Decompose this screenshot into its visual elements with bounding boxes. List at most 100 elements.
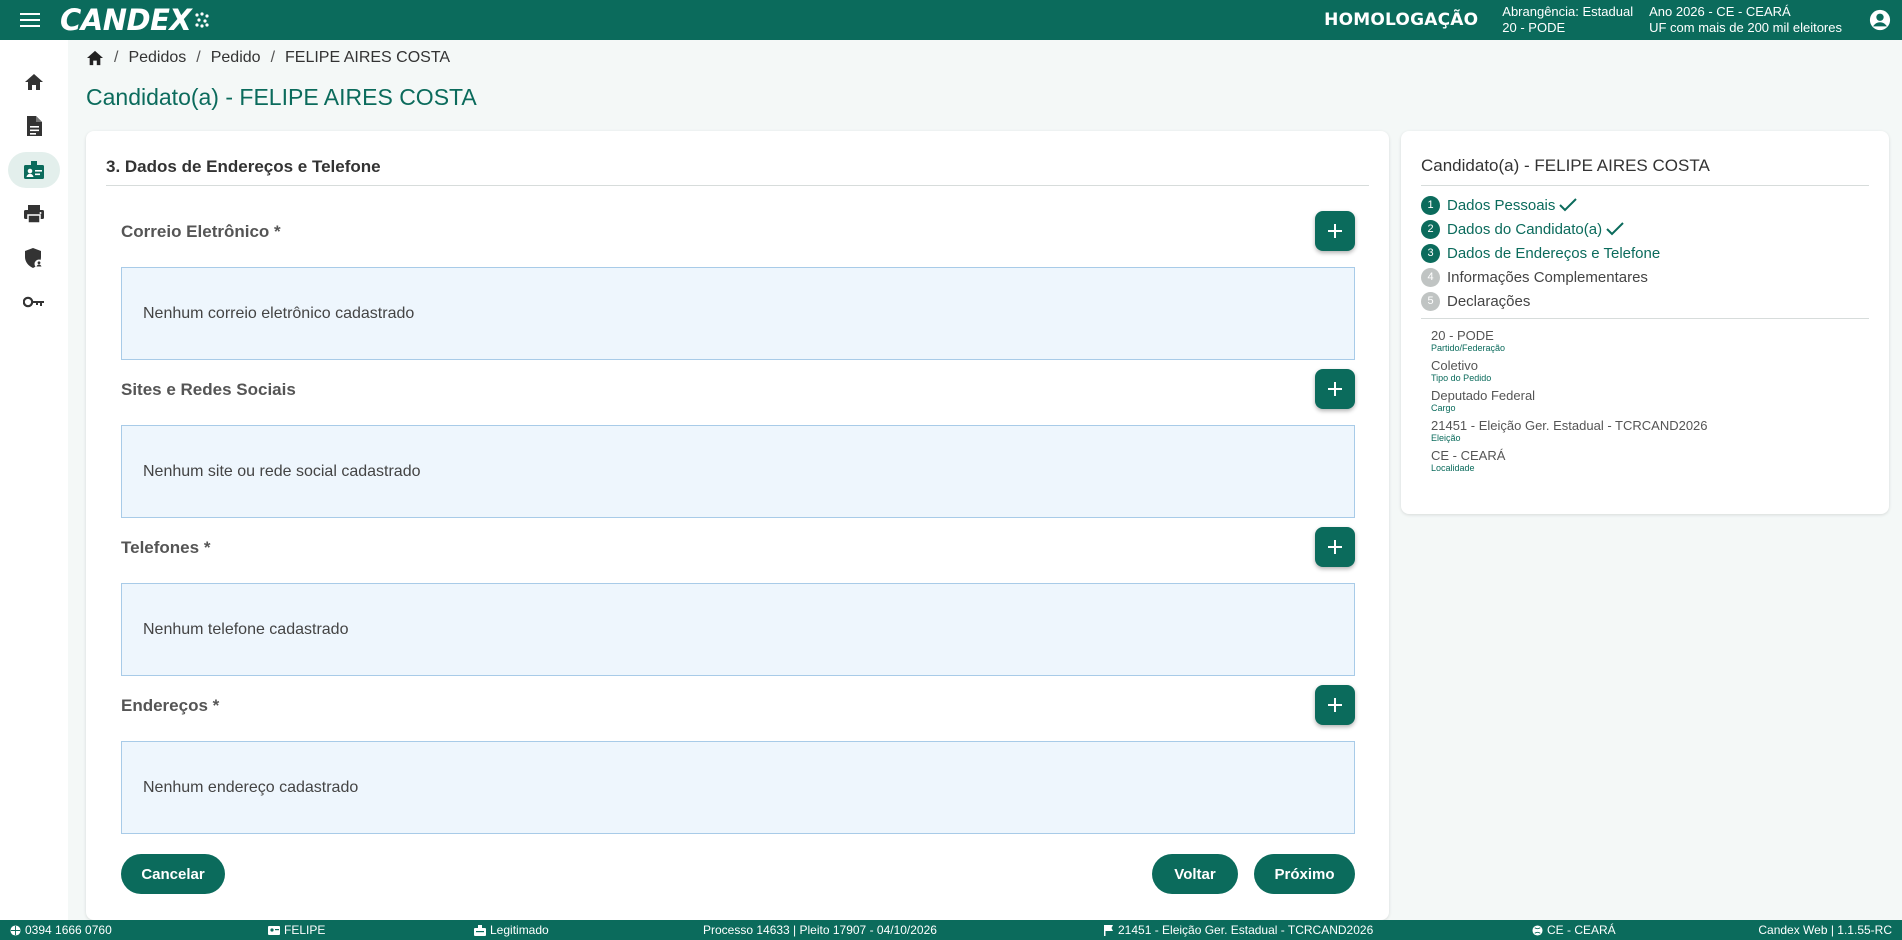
top-app-bar: CANDEX HOMOLOGAÇÃO Abrangência: Estadual… — [0, 0, 1902, 40]
scope-line-2: 20 - PODE — [1502, 20, 1566, 35]
step-declaracoes[interactable]: 5 Declarações — [1421, 289, 1869, 313]
footer-election: 21451 - Eleição Ger. Estadual - TCRCAND2… — [1104, 923, 1373, 937]
breadcrumb-pedido[interactable]: Pedido — [211, 49, 261, 67]
detail-request-type: Coletivo Tipo do Pedido — [1431, 358, 1708, 384]
plus-icon — [1328, 382, 1342, 396]
badge-icon — [474, 924, 486, 936]
email-label: Correio Eletrônico * — [121, 222, 281, 241]
summary-card: Candidato(a) - FELIPE AIRES COSTA 1 Dado… — [1401, 131, 1889, 514]
step-label: Dados do Candidato(a) — [1447, 220, 1603, 238]
step-number: 4 — [1421, 267, 1440, 287]
year-line-2: UF com mais de 200 mil eleitores — [1649, 20, 1842, 35]
sidebar-item-key[interactable] — [8, 284, 60, 320]
app-logo[interactable]: CANDEX — [60, 3, 209, 37]
sidebar-item-print[interactable] — [8, 196, 60, 232]
step-label: Declarações — [1447, 292, 1531, 310]
sidebar-item-documents[interactable] — [8, 108, 60, 144]
step-number: 1 — [1421, 195, 1440, 215]
plus-icon — [1328, 540, 1342, 554]
addresses-empty-state: Nenhum endereço cadastrado — [121, 741, 1355, 834]
step-number: 2 — [1421, 219, 1440, 239]
status-bar: 0394 1666 0760 FELIPE Legitimado Process… — [0, 920, 1902, 940]
step-label: Dados Pessoais — [1447, 196, 1556, 214]
plus-icon — [1328, 698, 1342, 712]
globe-icon — [10, 924, 21, 936]
detail-caption: Localidade — [1431, 463, 1475, 473]
sidebar-item-security[interactable] — [8, 240, 60, 276]
document-icon — [27, 116, 42, 136]
sidebar-item-candidate[interactable] — [8, 152, 60, 188]
page-title: Candidato(a) - FELIPE AIRES COSTA — [86, 84, 477, 110]
footer-user: FELIPE — [268, 923, 325, 937]
next-button[interactable]: Próximo — [1254, 854, 1355, 894]
request-details: 20 - PODE Partido/Federação Coletivo Tip… — [1431, 329, 1708, 479]
candidate-badge-icon — [24, 161, 44, 179]
breadcrumb: / Pedidos / Pedido / FELIPE AIRES COSTA — [86, 49, 450, 67]
breadcrumb-separator: / — [114, 49, 119, 66]
add-email-button[interactable] — [1315, 211, 1355, 251]
detail-value: CE - CEARÁ — [1431, 448, 1506, 463]
sidebar-item-home[interactable] — [8, 64, 60, 100]
detail-caption: Partido/Federação — [1431, 343, 1506, 353]
user-menu-button[interactable] — [1858, 9, 1902, 31]
year-line-1: Ano 2026 - CE - CEARÁ — [1649, 4, 1791, 19]
breadcrumb-separator: / — [270, 49, 276, 66]
shield-user-icon — [25, 248, 44, 269]
step-informacoes-complementares[interactable]: 4 Informações Complementares — [1421, 265, 1869, 289]
detail-caption: Eleição — [1431, 433, 1461, 443]
home-icon — [25, 74, 43, 90]
email-empty-state: Nenhum correio eletrônico cadastrado — [121, 267, 1355, 360]
menu-icon — [20, 13, 40, 27]
logo-dots-icon — [195, 12, 209, 28]
back-button[interactable]: Voltar — [1152, 854, 1238, 894]
breadcrumb-pedidos[interactable]: Pedidos — [128, 49, 186, 67]
globe-icon — [1532, 924, 1543, 936]
detail-caption: Tipo do Pedido — [1431, 373, 1492, 383]
section-title: 3. Dados de Endereços e Telefone — [106, 157, 381, 176]
logo-text: CANDEX — [60, 3, 192, 37]
footer-locale: CE - CEARÁ — [1532, 923, 1616, 937]
breadcrumb-current: FELIPE AIRES COSTA — [285, 49, 451, 66]
footer-process-text: Processo 14633 | Pleito 17907 - 04/10/20… — [703, 923, 937, 937]
step-enderecos-telefone[interactable]: 3 Dados de Endereços e Telefone — [1421, 241, 1869, 265]
section-divider — [106, 185, 1369, 186]
phones-empty-state: Nenhum telefone cadastrado — [121, 583, 1355, 676]
check-icon — [1606, 222, 1624, 236]
detail-locality: CE - CEARÁ Localidade — [1431, 448, 1708, 474]
footer-phone-text: 0394 1666 0760 — [25, 923, 112, 937]
check-icon — [1559, 198, 1578, 212]
detail-value: Coletivo — [1431, 358, 1478, 373]
sites-label: Sites e Redes Sociais — [121, 380, 296, 399]
step-dados-candidato[interactable]: 2 Dados do Candidato(a) — [1421, 217, 1869, 241]
footer-process: Processo 14633 | Pleito 17907 - 04/10/20… — [703, 923, 937, 937]
summary-title: Candidato(a) - FELIPE AIRES COSTA — [1421, 156, 1710, 175]
detail-value: Deputado Federal — [1431, 388, 1536, 403]
add-address-button[interactable] — [1315, 685, 1355, 725]
cancel-button[interactable]: Cancelar — [121, 854, 225, 894]
step-dados-pessoais[interactable]: 1 Dados Pessoais — [1421, 193, 1869, 217]
scope-info: Abrangência: Estadual 20 - PODE — [1502, 4, 1633, 36]
add-phone-button[interactable] — [1315, 527, 1355, 567]
stepper: 1 Dados Pessoais 2 Dados do Candidato(a)… — [1421, 193, 1869, 313]
home-icon[interactable] — [86, 50, 104, 66]
account-circle-icon — [1869, 9, 1891, 31]
footer-phone: 0394 1666 0760 — [10, 923, 112, 937]
breadcrumb-separator: / — [196, 49, 201, 66]
scope-line-1: Abrangência: Estadual — [1502, 4, 1634, 19]
steps-divider — [1421, 318, 1869, 319]
footer-status: Legitimado — [474, 923, 549, 937]
footer-locale-text: CE - CEARÁ — [1547, 923, 1616, 937]
addresses-label: Endereços * — [121, 696, 220, 715]
menu-button[interactable] — [0, 0, 60, 40]
phones-label: Telefones * — [121, 538, 211, 557]
summary-divider — [1421, 185, 1869, 186]
add-site-button[interactable] — [1315, 369, 1355, 409]
step-number: 3 — [1421, 243, 1440, 263]
step-number: 5 — [1421, 291, 1440, 311]
id-card-icon — [268, 926, 280, 935]
printer-icon — [24, 205, 44, 224]
detail-value: 20 - PODE — [1431, 328, 1494, 343]
detail-election: 21451 - Eleição Ger. Estadual - TCRCAND2… — [1431, 419, 1708, 444]
footer-status-text: Legitimado — [490, 923, 549, 937]
footer-election-text: 21451 - Eleição Ger. Estadual - TCRCAND2… — [1118, 923, 1374, 937]
